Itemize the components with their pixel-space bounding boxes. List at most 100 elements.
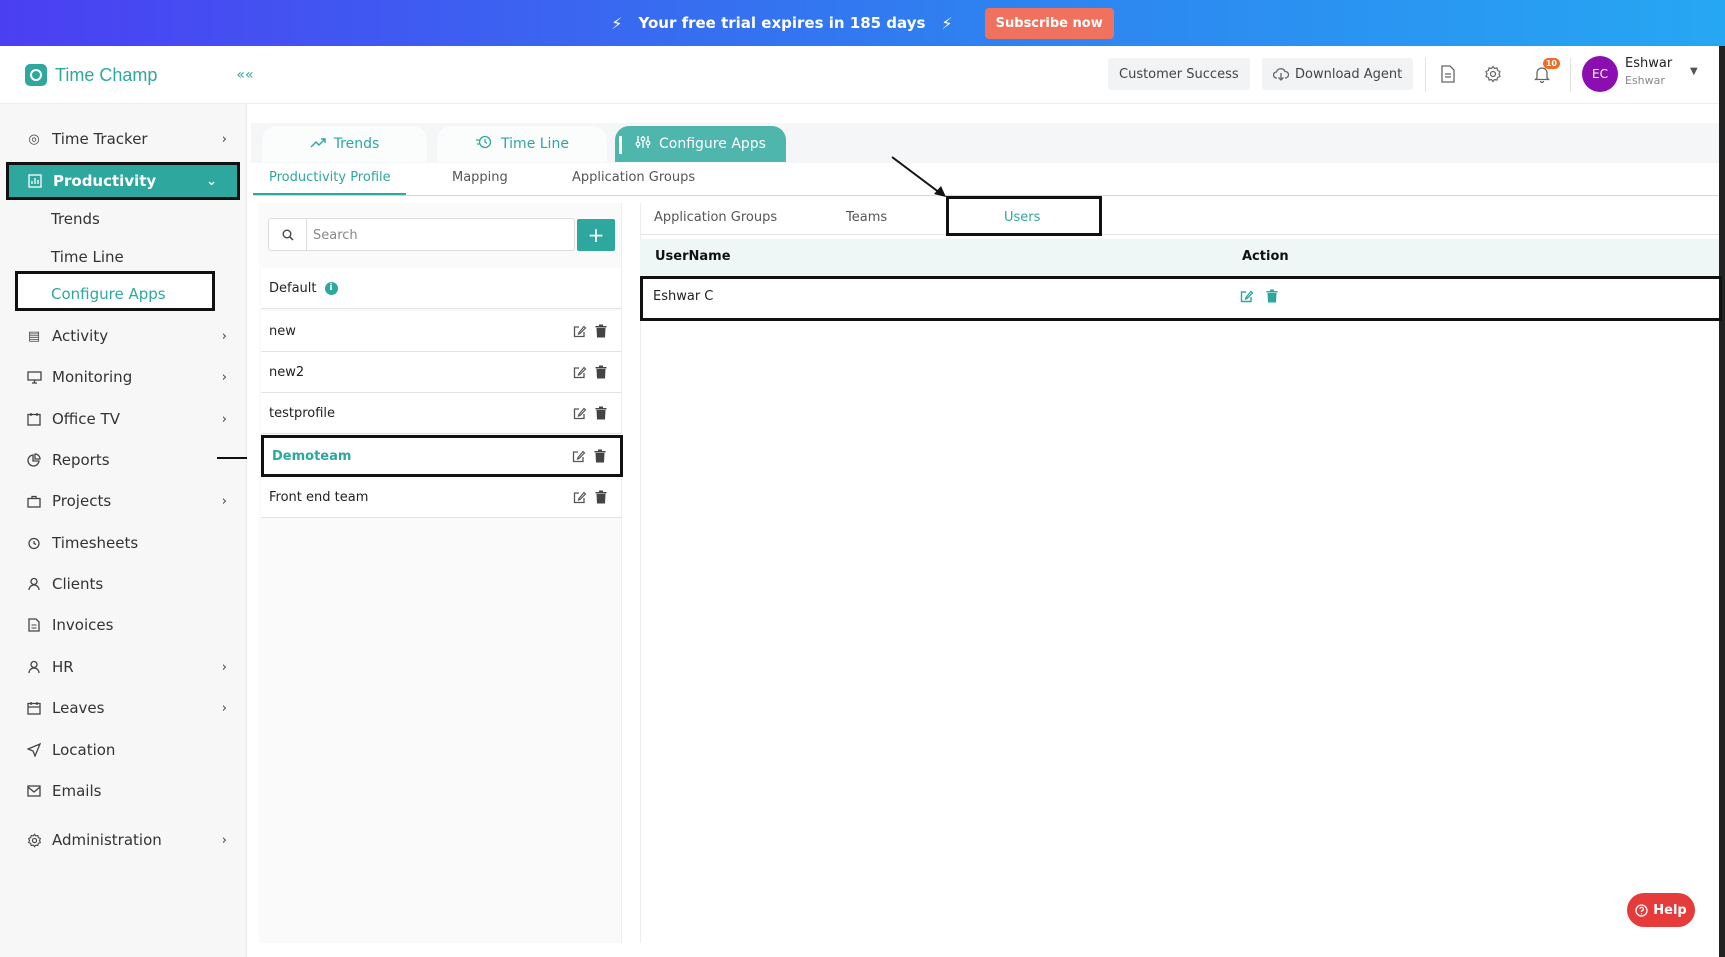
document-icon[interactable] (1436, 62, 1460, 86)
tab-application-groups[interactable]: Application Groups (572, 170, 695, 185)
navigation-icon (26, 742, 42, 758)
help-button[interactable]: Help (1627, 893, 1695, 927)
sidebar-item-emails[interactable]: Emails (0, 774, 247, 808)
sidebar-item-activity[interactable]: ▤ Activity › (0, 319, 247, 353)
app-name: Time Champ (55, 64, 158, 85)
sidebar-item-label: Monitoring (52, 368, 133, 386)
tab-detail-users[interactable]: Users (1004, 210, 1040, 225)
trial-text: Your free trial expires in 185 days (638, 14, 926, 32)
download-agent-button[interactable]: Download Agent (1262, 58, 1414, 90)
list-item[interactable]: testprofile (261, 393, 621, 434)
user-name[interactable]: Eshwar (1625, 56, 1672, 71)
edit-icon[interactable] (1240, 289, 1254, 303)
download-agent-label: Download Agent (1295, 66, 1403, 82)
app-header: Time Champ «« Customer Success Download … (0, 46, 1725, 104)
sidebar-item-label: Emails (52, 782, 102, 800)
chevron-down-icon: ⌄ (206, 173, 217, 189)
customer-success-button[interactable]: Customer Success (1108, 58, 1250, 90)
trash-icon[interactable] (1266, 289, 1278, 303)
info-icon[interactable]: i (324, 281, 338, 295)
lightning-icon: ⚡︎ (611, 13, 623, 33)
sidebar-item-hr[interactable]: HR › (0, 650, 247, 684)
sidebar-item-label: Location (52, 741, 116, 759)
search-box (268, 218, 575, 251)
tab-productivity-profile[interactable]: Productivity Profile (269, 170, 391, 185)
trash-icon[interactable] (595, 324, 607, 338)
chevron-right-icon: › (221, 832, 227, 848)
sidebar-item-projects[interactable]: Projects › (0, 484, 247, 518)
search-icon[interactable] (269, 219, 307, 250)
list-item-default[interactable]: Default i (261, 268, 621, 309)
chevron-right-icon: › (221, 493, 227, 509)
sidebar-item-label: Productivity (53, 172, 157, 190)
calendar-icon (26, 411, 42, 427)
tab-time-line[interactable]: Time Line (437, 126, 607, 162)
column-header-action: Action (1242, 249, 1289, 264)
avatar[interactable]: EC (1582, 56, 1618, 92)
sidebar-item-label: Office TV (52, 410, 120, 428)
add-profile-button[interactable]: + (577, 219, 615, 251)
list-item[interactable]: new (261, 311, 621, 352)
trash-icon[interactable] (594, 449, 606, 463)
invoice-icon (26, 617, 42, 633)
subscribe-button[interactable]: Subscribe now (984, 7, 1114, 39)
list-item[interactable]: new2 (261, 352, 621, 393)
customer-success-label: Customer Success (1119, 66, 1239, 82)
column-header-username: UserName (655, 249, 731, 264)
sidebar-subitem-time-line[interactable]: Time Line (51, 248, 124, 266)
sidebar-item-label: Time Tracker (52, 130, 148, 148)
sidebar-item-clients[interactable]: Clients (0, 567, 247, 601)
sidebar-item-invoices[interactable]: Invoices (0, 608, 247, 642)
sliders-icon (635, 135, 651, 153)
trash-icon[interactable] (595, 490, 607, 504)
sidebar-subitem-configure-apps[interactable]: Configure Apps (51, 285, 166, 303)
sidebar-item-administration[interactable]: Administration › (0, 823, 247, 857)
edit-icon[interactable] (573, 490, 587, 504)
sidebar-subitem-trends[interactable]: Trends (51, 210, 100, 228)
briefcase-icon (26, 493, 42, 509)
tab-mapping[interactable]: Mapping (452, 170, 508, 185)
sidebar-item-label: Leaves (52, 699, 105, 717)
settings-icon[interactable] (1481, 62, 1505, 86)
gear-icon (26, 832, 42, 848)
tab-trends[interactable]: Trends (262, 126, 427, 162)
alarm-clock-icon (26, 535, 42, 551)
activity-icon: ▤ (27, 328, 41, 344)
help-label: Help (1653, 902, 1687, 918)
tab-detail-teams[interactable]: Teams (846, 210, 887, 225)
tab-label: Configure Apps (659, 136, 766, 152)
list-item-selected[interactable]: Demoteam (261, 435, 623, 477)
sidebar-item-label: Invoices (52, 616, 114, 634)
sidebar-item-productivity[interactable]: Productivity ⌄ (6, 162, 240, 200)
user-subtitle: Eshwar (1625, 74, 1665, 87)
trash-icon[interactable] (595, 406, 607, 420)
collapse-sidebar-icon[interactable]: «« (234, 63, 256, 87)
chevron-down-icon[interactable]: ▼ (1690, 66, 1698, 77)
cloud-download-icon (1273, 68, 1289, 81)
edit-icon[interactable] (573, 406, 587, 420)
profile-name: Default (269, 280, 317, 296)
sidebar-item-time-tracker[interactable]: ◎ Time Tracker › (0, 122, 247, 156)
edit-icon[interactable] (573, 324, 587, 338)
list-item[interactable]: Front end team (261, 477, 621, 518)
notifications-bell-icon[interactable]: 10 (1530, 58, 1560, 86)
trending-up-icon (310, 136, 326, 152)
sidebar-item-office-tv[interactable]: Office TV › (0, 402, 247, 436)
edit-icon[interactable] (573, 365, 587, 379)
app-logo[interactable]: Time Champ (25, 64, 157, 86)
tab-detail-application-groups[interactable]: Application Groups (654, 210, 777, 225)
tab-configure-apps[interactable]: Configure Apps (615, 126, 786, 162)
sidebar-item-timesheets[interactable]: Timesheets (0, 526, 247, 560)
trash-icon[interactable] (595, 365, 607, 379)
sidebar-item-reports[interactable]: Reports (0, 443, 247, 477)
sidebar-item-monitoring[interactable]: Monitoring › (0, 360, 247, 394)
search-input[interactable] (313, 225, 543, 245)
sidebar-item-label: Administration (52, 831, 162, 849)
table-row (640, 276, 1722, 321)
edit-icon[interactable] (572, 449, 586, 463)
sidebar-item-label: HR (52, 658, 74, 676)
sidebar-item-leaves[interactable]: Leaves › (0, 691, 247, 725)
profile-name: new2 (269, 364, 305, 380)
monitor-icon (26, 369, 42, 385)
sidebar-item-location[interactable]: Location (0, 733, 247, 767)
